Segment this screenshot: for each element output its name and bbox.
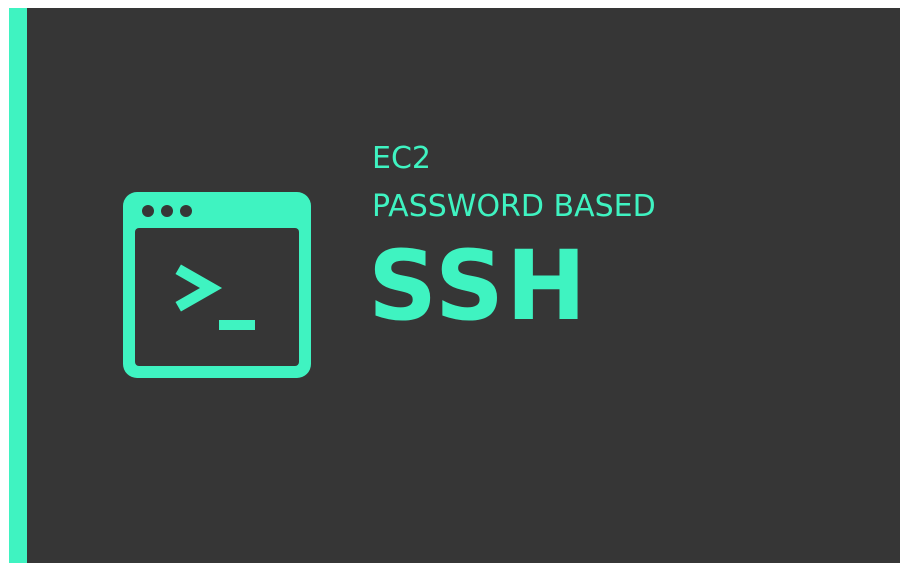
window-dot-2 <box>161 205 173 217</box>
headline-ec2: EC2 <box>372 141 431 176</box>
headline-ssh: SSH <box>368 230 589 342</box>
window-dot-1 <box>142 205 154 217</box>
terminal-window-screen <box>135 228 299 366</box>
headline-password-based: PASSWORD BASED <box>372 189 656 224</box>
window-dot-3 <box>180 205 192 217</box>
prompt-cursor <box>219 320 255 330</box>
accent-bar <box>9 8 28 563</box>
terminal-window-icon <box>123 192 311 378</box>
banner-frame: EC2 PASSWORD BASED SSH <box>0 0 900 563</box>
